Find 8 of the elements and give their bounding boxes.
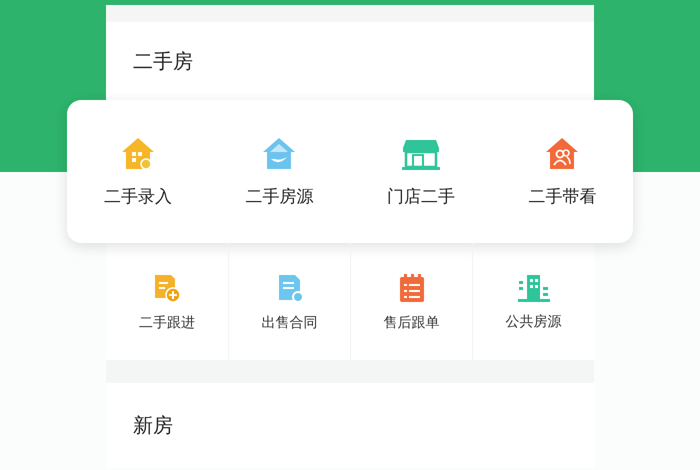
shortcut-button[interactable]: 门店二手: [350, 134, 492, 209]
building-icon: [516, 272, 550, 302]
section-title: 新房: [133, 412, 173, 439]
shortcut-button[interactable]: 二手房源: [208, 134, 350, 209]
section-title: 二手房: [133, 48, 193, 74]
tool-button[interactable]: 二手跟进: [106, 243, 228, 360]
shortcut-button[interactable]: 二手录入: [67, 134, 208, 209]
shortcut-button[interactable]: 二手带看: [492, 134, 633, 209]
